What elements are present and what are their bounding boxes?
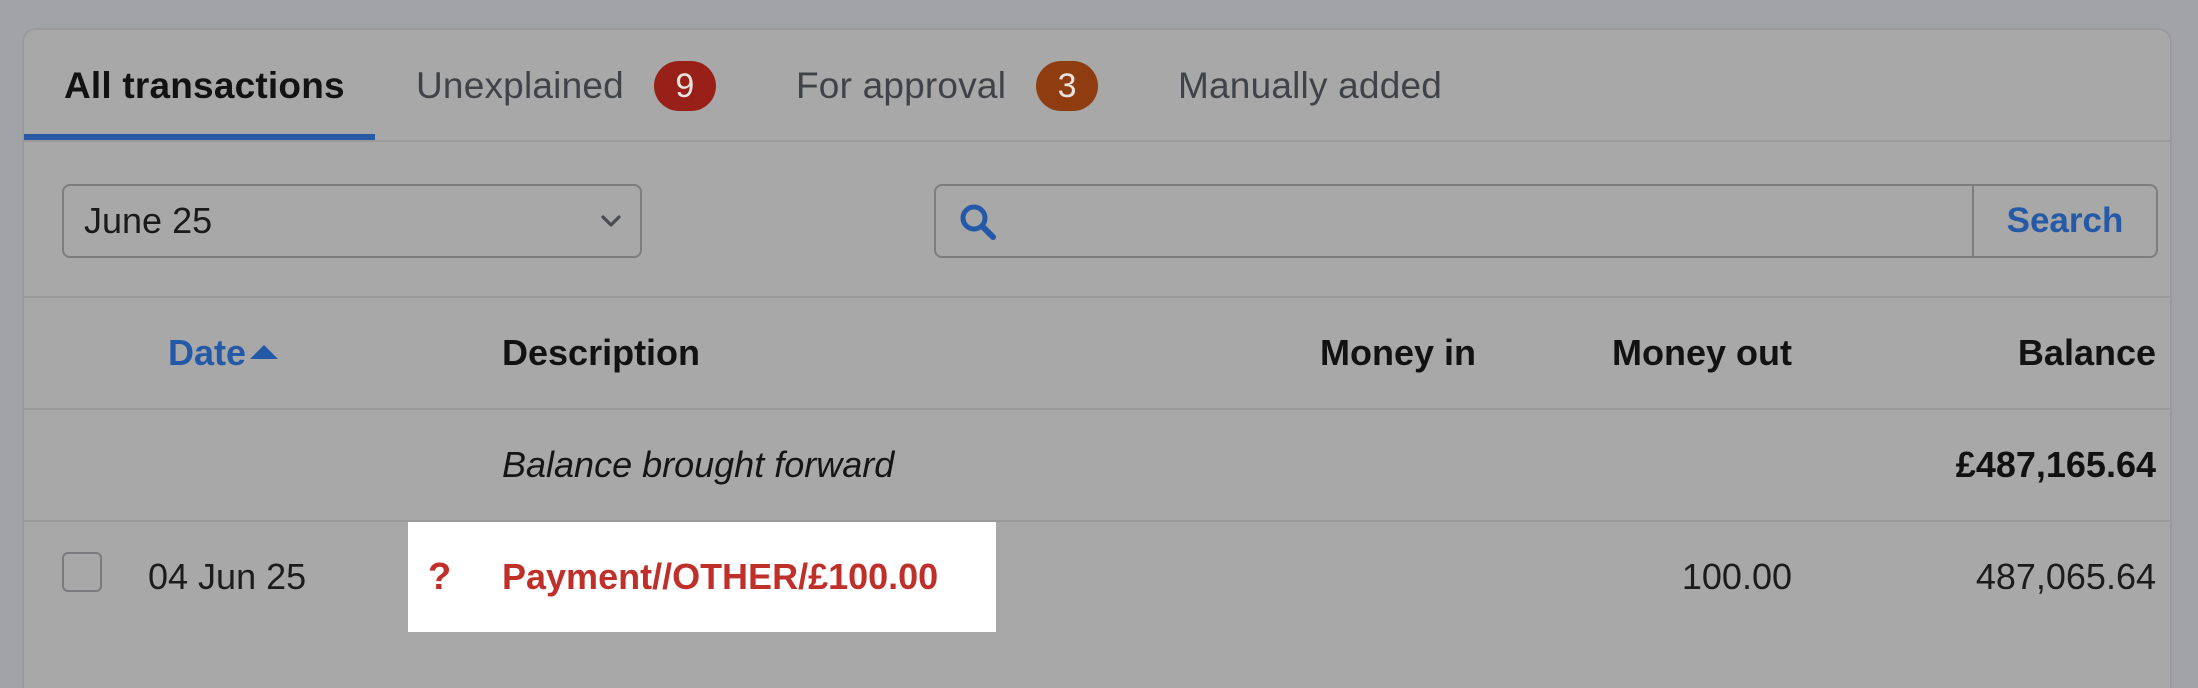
row-money-out: 100.00 (1681, 556, 1792, 597)
balance-column-header: Balance (2017, 332, 2156, 373)
table-header: Date Description Money in Money out Bala… (24, 298, 2170, 410)
transaction-tabs: All transactions Unexplained 9 For appro… (24, 30, 2170, 142)
tab-manually-added[interactable]: Manually added (1178, 30, 1442, 142)
period-select-value: June 25 (84, 200, 213, 241)
search-button[interactable]: Search (1972, 186, 2156, 256)
row-date: 04 Jun 25 (148, 556, 307, 597)
description-column-header: Description (502, 332, 701, 373)
row-money-in (1124, 522, 1476, 632)
search-box: Search (934, 184, 2158, 258)
tab-label: All transactions (64, 65, 345, 106)
date-column-label: Date (168, 332, 247, 373)
tab-label: For approval (796, 65, 1007, 106)
tab-all-transactions[interactable]: All transactions (64, 30, 345, 142)
carry-forward-balance: £487,165.64 (1955, 444, 2156, 485)
for-approval-count-badge: 3 (1036, 61, 1099, 111)
transactions-panel: All transactions Unexplained 9 For appro… (22, 28, 2172, 688)
unexplained-count-badge: 9 (653, 61, 716, 111)
money-in-column-header: Money in (1319, 332, 1476, 373)
filter-bar: June 25 Search (24, 142, 2170, 298)
unexplained-question-icon: ? (428, 555, 452, 598)
carry-forward-label: Balance brought forward (502, 444, 895, 485)
tab-label: Unexplained (416, 65, 624, 106)
row-description-link[interactable]: Payment//OTHER/£100.00 (502, 522, 938, 632)
search-input[interactable] (936, 186, 1972, 256)
balance-brought-forward-row: Balance brought forward £487,165.64 (24, 410, 2170, 522)
tab-for-approval[interactable]: For approval 3 (796, 30, 1099, 142)
table-row: 04 Jun 25 ? Payment//OTHER/£100.00 100.0… (24, 522, 2170, 634)
tab-unexplained[interactable]: Unexplained 9 (416, 30, 716, 142)
money-out-column-header: Money out (1612, 332, 1792, 373)
row-select-checkbox[interactable] (62, 552, 102, 592)
row-balance: 487,065.64 (1975, 556, 2156, 597)
period-select[interactable]: June 25 (62, 184, 642, 258)
date-column-header[interactable]: Date (168, 298, 279, 408)
tab-label: Manually added (1178, 65, 1443, 106)
sort-ascending-icon (250, 345, 279, 359)
chevron-down-icon (601, 215, 621, 227)
active-tab-indicator (24, 134, 375, 140)
